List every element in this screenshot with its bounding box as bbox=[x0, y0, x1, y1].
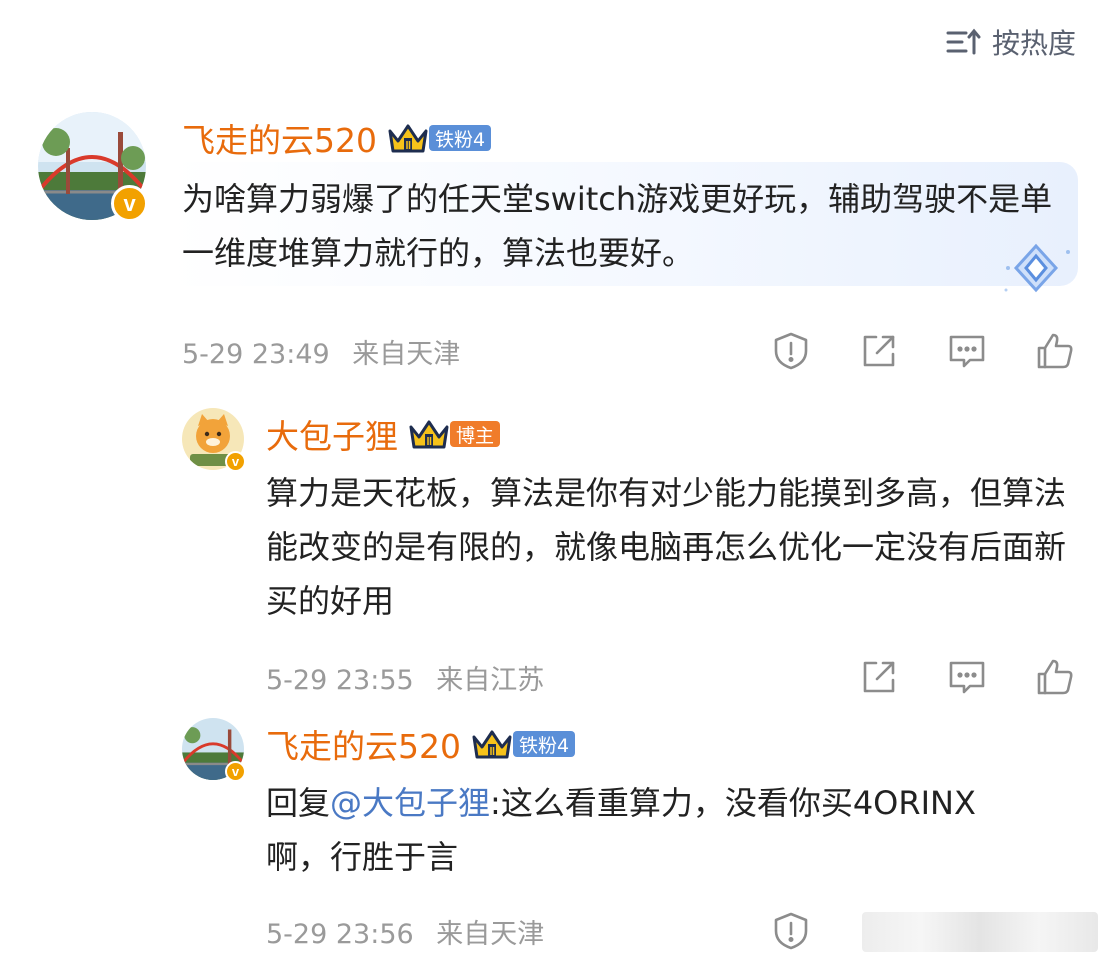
comment-actions bbox=[812, 656, 1076, 698]
report-button[interactable] bbox=[770, 330, 812, 372]
like-button[interactable] bbox=[1034, 330, 1076, 372]
avatar[interactable]: v bbox=[38, 112, 148, 222]
reply-prefix: 回复 bbox=[266, 784, 331, 822]
comment-date: 5-29 23:49 bbox=[182, 339, 330, 370]
sort-icon bbox=[946, 28, 981, 55]
share-button[interactable] bbox=[858, 656, 900, 698]
crown-icon bbox=[387, 121, 429, 155]
report-button[interactable] bbox=[770, 910, 812, 952]
comment-button[interactable] bbox=[946, 330, 988, 372]
blogger-badge[interactable]: 博主 bbox=[408, 417, 501, 451]
comment-icon bbox=[949, 335, 985, 368]
comment-text: 回复@大包子狸:这么看重算力，没看你买4ORINX啊，行胜于言 bbox=[266, 776, 996, 884]
fan-badge[interactable]: 铁粉4 bbox=[387, 121, 492, 155]
report-icon bbox=[774, 912, 808, 950]
share-icon bbox=[863, 335, 895, 367]
verified-badge-icon: v bbox=[224, 450, 246, 472]
comment-meta: 5-29 23:55 来自江苏 bbox=[266, 658, 544, 697]
share-icon bbox=[863, 661, 895, 693]
comment-icon bbox=[949, 661, 985, 694]
crown-icon bbox=[471, 727, 513, 761]
sort-by-heat-button[interactable]: 按热度 bbox=[946, 22, 1076, 62]
share-button[interactable] bbox=[858, 330, 900, 372]
verified-badge-icon: v bbox=[111, 185, 148, 222]
fan-level-badge: 铁粉4 bbox=[429, 125, 492, 151]
like-icon bbox=[1037, 659, 1073, 695]
sort-label: 按热度 bbox=[991, 27, 1076, 60]
username[interactable]: 大包子狸 bbox=[266, 410, 398, 458]
comment-text: 算力是天花板，算法是你有对少能力能摸到多高，但算法能改变的是有限的，就像电脑再怎… bbox=[266, 474, 1067, 620]
fan-level-badge: 铁粉4 bbox=[513, 731, 576, 757]
avatar[interactable]: v bbox=[182, 718, 246, 782]
avatar[interactable]: v bbox=[182, 408, 246, 472]
comment-date: 5-29 23:55 bbox=[266, 665, 414, 696]
comment-location: 来自江苏 bbox=[436, 665, 545, 696]
comment-button[interactable] bbox=[946, 656, 988, 698]
username[interactable]: 飞走的云520 bbox=[182, 114, 377, 162]
verified-badge-icon: v bbox=[224, 760, 246, 782]
comment-text: 为啥算力弱爆了的任天堂switch游戏更好玩，辅助驾驶不是单一维度堆算力就行的，… bbox=[182, 180, 1053, 272]
comment-meta: 5-29 23:49 来自天津 bbox=[182, 332, 460, 371]
report-icon bbox=[774, 332, 808, 370]
comment-location: 来自天津 bbox=[436, 919, 545, 950]
mention-link[interactable]: @大包子狸 bbox=[330, 784, 490, 822]
crown-icon bbox=[408, 417, 450, 451]
fan-badge[interactable]: 铁粉4 bbox=[471, 727, 576, 761]
comment-date: 5-29 23:56 bbox=[266, 919, 414, 950]
comment-location: 来自天津 bbox=[352, 339, 461, 370]
username[interactable]: 飞走的云520 bbox=[266, 720, 461, 768]
like-button[interactable] bbox=[1034, 656, 1076, 698]
watermark-overlay bbox=[862, 912, 1098, 952]
blogger-label: 博主 bbox=[450, 421, 501, 447]
comment-meta: 5-29 23:56 来自天津 bbox=[266, 912, 544, 951]
like-icon bbox=[1037, 333, 1073, 369]
comment-actions bbox=[724, 330, 1076, 372]
